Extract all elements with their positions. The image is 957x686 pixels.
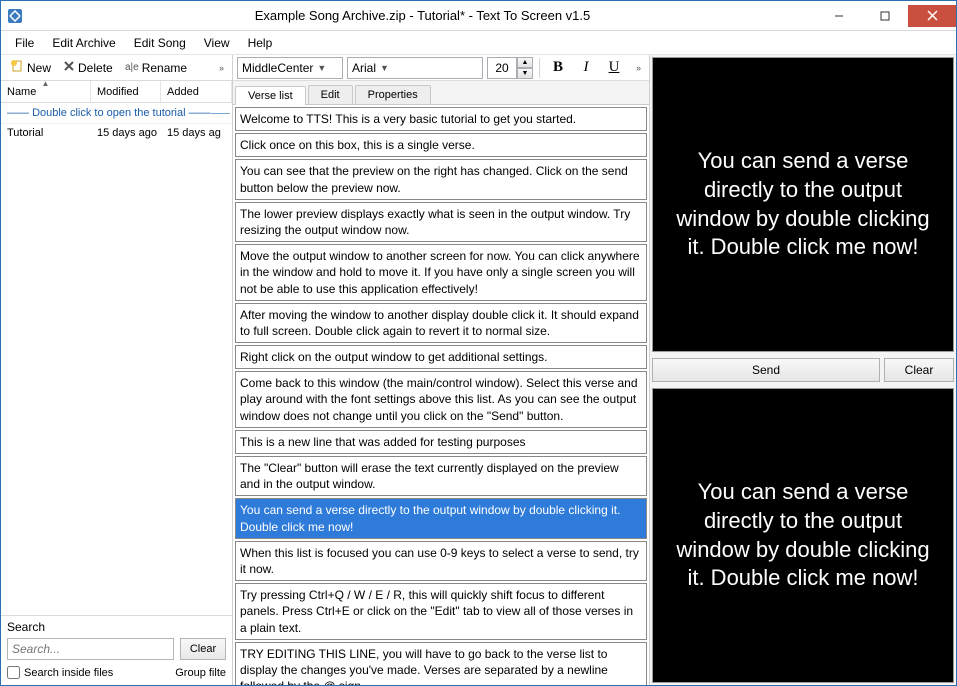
app-icon <box>1 2 29 30</box>
verse-item[interactable]: Move the output window to another screen… <box>235 244 647 301</box>
col-added[interactable]: Added <box>161 81 232 102</box>
app-window: Example Song Archive.zip - Tutorial* - T… <box>0 0 957 686</box>
verse-item[interactable]: TRY EDITING THIS LINE, you will have to … <box>235 642 647 685</box>
archive-toolbar-overflow[interactable]: » <box>215 63 228 73</box>
spin-up[interactable]: ▲ <box>517 57 533 68</box>
bold-button[interactable]: B <box>546 57 570 79</box>
chevron-down-icon: ▼ <box>380 63 389 73</box>
tab-verse-list[interactable]: Verse list <box>235 86 306 105</box>
preview-lower[interactable]: You can send a verse directly to the out… <box>652 388 954 683</box>
format-toolbar: MiddleCenter▼ Arial▼ ▲▼ B I U » <box>233 55 649 81</box>
search-panel: Search Clear Search inside files Group f… <box>1 615 232 685</box>
col-modified[interactable]: Modified <box>91 81 161 102</box>
verse-item[interactable]: Click once on this box, this is a single… <box>235 133 647 157</box>
new-icon <box>10 59 24 76</box>
tutorial-hint[interactable]: —— Double click to open the tutorial —— <box>1 103 232 124</box>
close-button[interactable] <box>908 5 956 27</box>
menu-edit-song[interactable]: Edit Song <box>126 33 194 53</box>
rename-button[interactable]: a|e Rename <box>120 58 192 77</box>
archive-panel: New Delete a|e Rename » Name▲ Modified A… <box>1 55 233 685</box>
align-combo[interactable]: MiddleCenter▼ <box>237 57 343 79</box>
group-filter-link[interactable]: Group filte <box>175 667 226 679</box>
svg-text:a|e: a|e <box>125 62 139 72</box>
delete-label: Delete <box>78 61 113 75</box>
menu-view[interactable]: View <box>196 33 238 53</box>
preview-panel: You can send a verse directly to the out… <box>650 55 956 685</box>
verse-item[interactable]: After moving the window to another displ… <box>235 303 647 343</box>
menu-help[interactable]: Help <box>240 33 281 53</box>
verse-item[interactable]: You can see that the preview on the righ… <box>235 159 647 199</box>
archive-toolbar: New Delete a|e Rename » <box>1 55 232 81</box>
verse-item[interactable]: The "Clear" button will erase the text c… <box>235 456 647 496</box>
verse-item[interactable]: Try pressing Ctrl+Q / W / E / R, this wi… <box>235 583 647 640</box>
search-inside-checkbox[interactable]: Search inside files <box>7 666 113 679</box>
preview-upper[interactable]: You can send a verse directly to the out… <box>652 57 954 352</box>
verse-item[interactable]: This is a new line that was added for te… <box>235 430 647 454</box>
underline-button[interactable]: U <box>602 57 626 79</box>
font-size-input[interactable] <box>487 57 517 79</box>
chevron-down-icon: ▼ <box>317 63 326 73</box>
font-combo[interactable]: Arial▼ <box>347 57 483 79</box>
italic-button[interactable]: I <box>574 57 598 79</box>
archive-columns: Name▲ Modified Added <box>1 81 232 103</box>
archive-row[interactable]: Tutorial 15 days ago 15 days ag <box>1 124 232 142</box>
editor-tabs: Verse list Edit Properties <box>233 81 649 105</box>
search-label: Search <box>7 620 226 634</box>
spin-down[interactable]: ▼ <box>517 68 533 79</box>
verse-item[interactable]: Right click on the output window to get … <box>235 345 647 369</box>
verse-item[interactable]: Come back to this window (the main/contr… <box>235 371 647 428</box>
font-size-spinner[interactable]: ▲▼ <box>487 57 533 79</box>
rename-icon: a|e <box>125 60 139 75</box>
verse-item[interactable]: When this list is focused you can use 0-… <box>235 541 647 581</box>
verse-item[interactable]: The lower preview displays exactly what … <box>235 202 647 242</box>
new-button[interactable]: New <box>5 57 56 78</box>
row-name: Tutorial <box>1 127 91 139</box>
delete-button[interactable]: Delete <box>58 58 118 77</box>
maximize-button[interactable] <box>862 5 908 27</box>
menubar: File Edit Archive Edit Song View Help <box>1 31 956 55</box>
search-input[interactable] <box>7 638 174 660</box>
archive-list[interactable]: —— Double click to open the tutorial —— … <box>1 103 232 615</box>
row-modified: 15 days ago <box>91 127 161 139</box>
col-name[interactable]: Name▲ <box>1 81 91 102</box>
editor-panel: MiddleCenter▼ Arial▼ ▲▼ B I U » Verse li… <box>233 55 650 685</box>
menu-file[interactable]: File <box>7 33 42 53</box>
menu-edit-archive[interactable]: Edit Archive <box>44 33 123 53</box>
row-added: 15 days ag <box>161 127 232 139</box>
tab-properties[interactable]: Properties <box>355 85 431 104</box>
format-toolbar-overflow[interactable]: » <box>632 63 645 73</box>
search-clear-button[interactable]: Clear <box>180 638 226 660</box>
window-title: Example Song Archive.zip - Tutorial* - T… <box>29 8 816 23</box>
new-label: New <box>27 61 51 75</box>
rename-label: Rename <box>142 61 187 75</box>
verse-item[interactable]: Welcome to TTS! This is a very basic tut… <box>235 107 647 131</box>
verse-list[interactable]: Welcome to TTS! This is a very basic tut… <box>233 105 649 685</box>
titlebar: Example Song Archive.zip - Tutorial* - T… <box>1 1 956 31</box>
delete-icon <box>63 60 75 75</box>
minimize-button[interactable] <box>816 5 862 27</box>
verse-item[interactable]: You can send a verse directly to the out… <box>235 498 647 538</box>
send-button[interactable]: Send <box>652 358 880 382</box>
clear-button[interactable]: Clear <box>884 358 954 382</box>
tab-edit[interactable]: Edit <box>308 85 353 104</box>
